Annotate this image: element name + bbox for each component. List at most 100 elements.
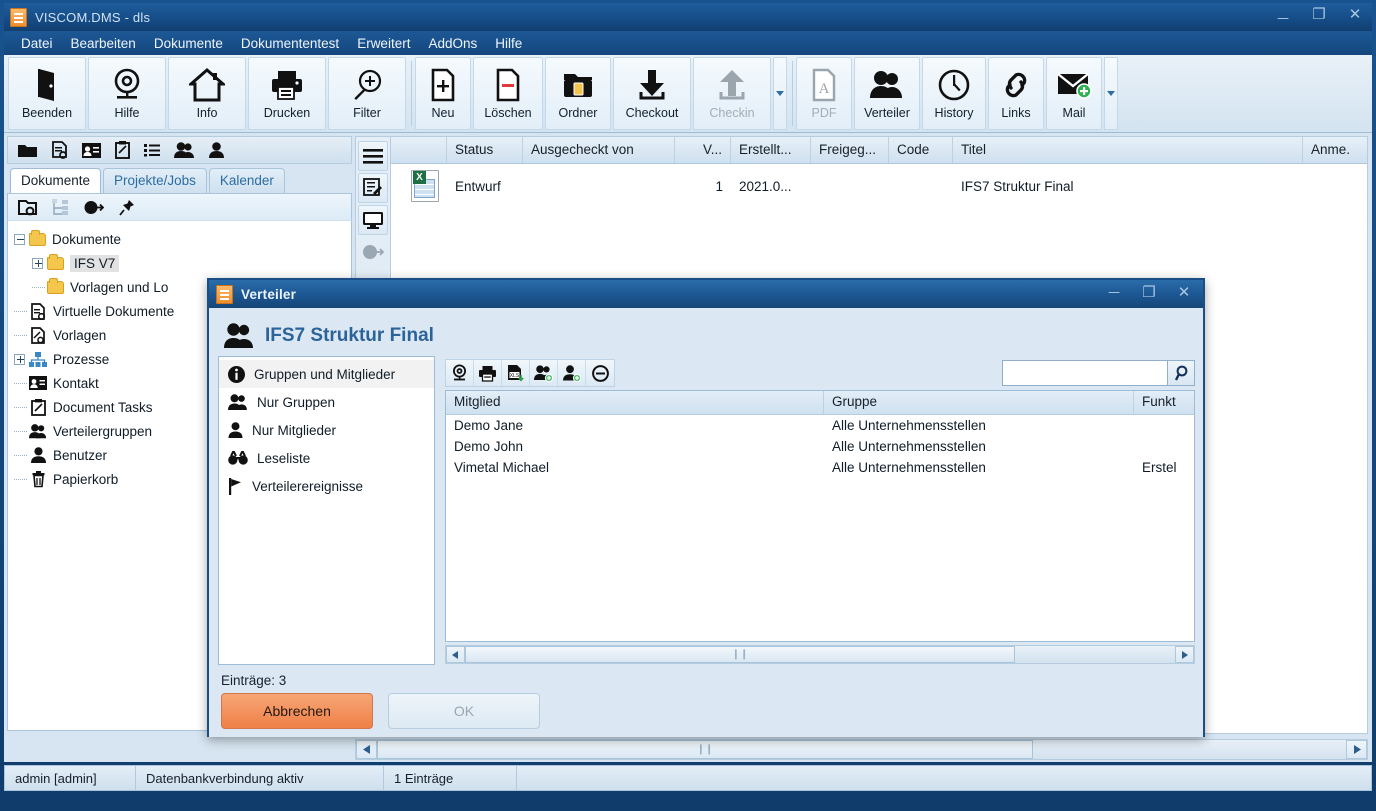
scrollbar-track[interactable]: ❙❙ bbox=[355, 739, 1368, 760]
grid-col-released[interactable]: Freigeg... bbox=[811, 137, 889, 163]
grid-horizontal-scrollbar[interactable]: ❙❙ bbox=[355, 737, 1368, 762]
scroll-left-arrow-icon[interactable] bbox=[446, 646, 465, 663]
tab-projekte-jobs[interactable]: Projekte/Jobs bbox=[103, 168, 207, 193]
toolbar-dropdown-documents[interactable] bbox=[773, 57, 787, 130]
add-group-icon[interactable] bbox=[530, 360, 558, 386]
table-row[interactable]: Entwurf 1 2021.0... IFS7 Struktur Final bbox=[391, 164, 1367, 208]
toolbar-button-mail[interactable]: Mail bbox=[1046, 57, 1102, 130]
members-grid-scrollbar[interactable]: ❙❙ bbox=[445, 644, 1195, 665]
search-icon[interactable] bbox=[1167, 360, 1195, 386]
toolbar-button-filter[interactable]: Filter bbox=[328, 57, 406, 130]
side-item-leseliste[interactable]: Leseliste bbox=[219, 444, 434, 472]
cancel-button[interactable]: Abbrechen bbox=[221, 693, 373, 729]
menu-item-addons[interactable]: AddOns bbox=[419, 34, 486, 53]
collapse-icon[interactable] bbox=[14, 233, 25, 245]
toolbar-button-links[interactable]: Links bbox=[988, 57, 1044, 130]
menu-hamburger-icon[interactable] bbox=[358, 141, 388, 171]
scrollbar-thumb[interactable]: ❙❙ bbox=[377, 740, 1033, 759]
table-row[interactable]: Vimetal Michael Alle Unternehmensstellen… bbox=[446, 457, 1194, 478]
remove-circle-icon[interactable] bbox=[586, 360, 614, 386]
grid-col-checkedout[interactable]: Ausgecheckt von bbox=[523, 137, 675, 163]
toolbar-label: Verteiler bbox=[864, 106, 910, 120]
pin-icon[interactable] bbox=[119, 199, 135, 216]
dialog-close-button[interactable]: ✕ bbox=[1173, 283, 1195, 303]
col-mitglied[interactable]: Mitglied bbox=[446, 391, 824, 414]
tab-kalender[interactable]: Kalender bbox=[208, 168, 285, 193]
table-row[interactable]: Demo John Alle Unternehmensstellen bbox=[446, 436, 1194, 457]
side-item-gruppen-und-mitglieder[interactable]: Gruppen und Mitglieder bbox=[219, 360, 434, 388]
ok-button[interactable]: OK bbox=[388, 693, 540, 729]
menu-item-datei[interactable]: Datei bbox=[12, 34, 62, 53]
search-input[interactable] bbox=[1002, 360, 1167, 386]
logout-arrow-icon[interactable] bbox=[358, 237, 388, 267]
col-funktion[interactable]: Funkt bbox=[1134, 391, 1194, 414]
contact-card-icon[interactable] bbox=[82, 142, 101, 158]
group-icon[interactable] bbox=[174, 142, 195, 158]
tree-node-dokumente[interactable]: Dokumente bbox=[14, 227, 351, 251]
scrollbar-thumb[interactable]: ❙❙ bbox=[465, 646, 1015, 663]
minimize-button[interactable]: ﹘ bbox=[1272, 6, 1294, 24]
tree-node-label: Prozesse bbox=[53, 351, 110, 367]
side-item-nur-mitglieder[interactable]: Nur Mitglieder bbox=[219, 416, 434, 444]
printer-icon[interactable] bbox=[474, 360, 502, 386]
dialog-maximize-button[interactable]: ❐ bbox=[1138, 283, 1160, 303]
folder-icon[interactable] bbox=[18, 143, 37, 158]
logout-arrow-icon[interactable] bbox=[84, 200, 104, 215]
grid-col-created[interactable]: Erstellt... bbox=[731, 137, 811, 163]
task-clipboard-icon[interactable] bbox=[115, 141, 130, 159]
menu-item-hilfe[interactable]: Hilfe bbox=[486, 34, 531, 53]
scroll-right-arrow-icon[interactable] bbox=[1175, 646, 1194, 663]
excel-file-icon bbox=[391, 170, 447, 202]
tab-dokumente[interactable]: Dokumente bbox=[10, 168, 102, 193]
grid-col-icon[interactable] bbox=[391, 137, 447, 163]
toolbar-button-info[interactable]: Info bbox=[168, 57, 246, 130]
toolbar-button-ordner[interactable]: Ordner bbox=[545, 57, 611, 130]
members-grid[interactable]: Mitglied Gruppe Funkt Demo Jane Alle Unt… bbox=[445, 390, 1195, 642]
scrollbar-track[interactable]: ❙❙ bbox=[445, 645, 1195, 664]
user-icon[interactable] bbox=[209, 142, 224, 158]
expand-icon[interactable] bbox=[32, 257, 43, 269]
xls-export-icon[interactable]: XLS bbox=[502, 360, 530, 386]
toolbar-button-neu[interactable]: Neu bbox=[415, 57, 471, 130]
toolbar-button-hilfe[interactable]: Hilfe bbox=[88, 57, 166, 130]
menu-item-dokumententest[interactable]: Dokumententest bbox=[232, 34, 348, 53]
menu-item-dokumente[interactable]: Dokumente bbox=[145, 34, 232, 53]
toolbar-label: History bbox=[934, 106, 974, 120]
toolbar-button-pdf[interactable]: A PDF bbox=[796, 57, 852, 130]
toolbar-button-drucken[interactable]: Drucken bbox=[248, 57, 326, 130]
col-gruppe[interactable]: Gruppe bbox=[824, 391, 1134, 414]
toolbar-button-history[interactable]: History bbox=[922, 57, 986, 130]
close-button[interactable]: ✕ bbox=[1344, 5, 1366, 25]
grid-col-status[interactable]: Status bbox=[447, 137, 523, 163]
toolbar-button-checkin[interactable]: Checkin bbox=[693, 57, 771, 130]
grid-col-code[interactable]: Code bbox=[889, 137, 953, 163]
list-icon[interactable] bbox=[144, 143, 160, 157]
toolbar-button-checkout[interactable]: Checkout bbox=[613, 57, 691, 130]
tree-connector bbox=[32, 286, 45, 288]
grid-col-title[interactable]: Titel bbox=[953, 137, 1303, 163]
tree-node-ifs-v7[interactable]: IFS V7 bbox=[14, 251, 351, 275]
toolbar-button-verteiler[interactable]: Verteiler bbox=[854, 57, 920, 130]
toolbar-button-beenden[interactable]: Beenden bbox=[8, 57, 86, 130]
tree-structure-icon[interactable] bbox=[52, 199, 69, 215]
toolbar-dropdown-actions[interactable] bbox=[1104, 57, 1118, 130]
lifering-icon[interactable] bbox=[446, 360, 474, 386]
menu-item-erweitert[interactable]: Erweitert bbox=[348, 34, 419, 53]
virtual-document-icon[interactable] bbox=[51, 141, 68, 159]
toolbar-button-loeschen[interactable]: Löschen bbox=[473, 57, 543, 130]
side-item-nur-gruppen[interactable]: Nur Gruppen bbox=[219, 388, 434, 416]
monitor-icon[interactable] bbox=[358, 205, 388, 235]
folder-search-icon[interactable] bbox=[18, 199, 37, 216]
table-row[interactable]: Demo Jane Alle Unternehmensstellen bbox=[446, 415, 1194, 436]
side-item-verteilerereignisse[interactable]: Verteilerereignisse bbox=[219, 472, 434, 500]
add-member-icon[interactable] bbox=[558, 360, 586, 386]
maximize-button[interactable]: ❐ bbox=[1308, 5, 1330, 25]
menu-item-bearbeiten[interactable]: Bearbeiten bbox=[62, 34, 145, 53]
dialog-minimize-button[interactable]: ﹘ bbox=[1103, 280, 1125, 303]
scroll-left-arrow-icon[interactable] bbox=[356, 740, 377, 759]
expand-icon[interactable] bbox=[14, 353, 25, 365]
grid-col-note[interactable]: Anme. bbox=[1303, 137, 1363, 163]
grid-col-version[interactable]: V... bbox=[675, 137, 731, 163]
scroll-right-arrow-icon[interactable] bbox=[1346, 740, 1367, 759]
edit-list-icon[interactable] bbox=[358, 173, 388, 203]
